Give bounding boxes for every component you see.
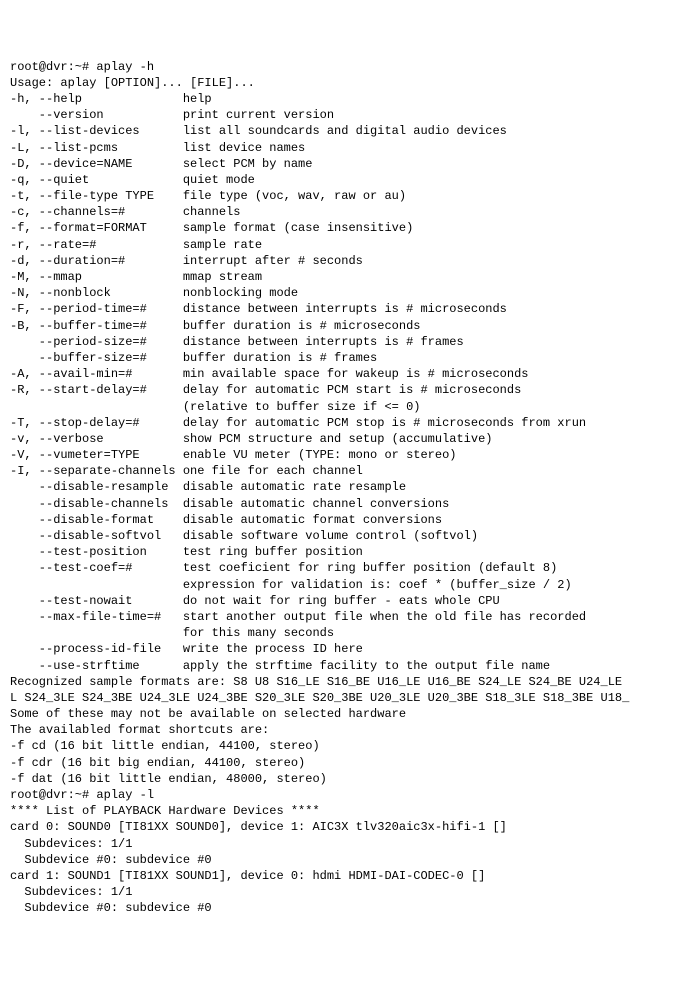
- terminal-line: -A, --avail-min=# min available space fo…: [10, 366, 676, 382]
- terminal-line: -h, --help help: [10, 91, 676, 107]
- terminal-line: Subdevices: 1/1: [10, 884, 676, 900]
- terminal-line: **** List of PLAYBACK Hardware Devices *…: [10, 803, 676, 819]
- terminal-line: -I, --separate-channels one file for eac…: [10, 463, 676, 479]
- terminal-line: --disable-channels disable automatic cha…: [10, 496, 676, 512]
- terminal-line: -M, --mmap mmap stream: [10, 269, 676, 285]
- terminal-line: -f cdr (16 bit big endian, 44100, stereo…: [10, 755, 676, 771]
- terminal-output: root@dvr:~# aplay -hUsage: aplay [OPTION…: [10, 59, 676, 917]
- terminal-line: Some of these may not be available on se…: [10, 706, 676, 722]
- terminal-line: -f cd (16 bit little endian, 44100, ster…: [10, 738, 676, 754]
- terminal-line: -l, --list-devices list all soundcards a…: [10, 123, 676, 139]
- terminal-line: -f dat (16 bit little endian, 48000, ste…: [10, 771, 676, 787]
- terminal-line: -f, --format=FORMAT sample format (case …: [10, 220, 676, 236]
- terminal-line: --test-nowait do not wait for ring buffe…: [10, 593, 676, 609]
- terminal-line: -v, --verbose show PCM structure and set…: [10, 431, 676, 447]
- terminal-line: The availabled format shortcuts are:: [10, 722, 676, 738]
- terminal-line: Subdevice #0: subdevice #0: [10, 900, 676, 916]
- terminal-line: --disable-format disable automatic forma…: [10, 512, 676, 528]
- terminal-line: -V, --vumeter=TYPE enable VU meter (TYPE…: [10, 447, 676, 463]
- terminal-line: --disable-softvol disable software volum…: [10, 528, 676, 544]
- terminal-line: --process-id-file write the process ID h…: [10, 641, 676, 657]
- terminal-line: -r, --rate=# sample rate: [10, 237, 676, 253]
- terminal-line: --version print current version: [10, 107, 676, 123]
- terminal-line: --use-strftime apply the strftime facili…: [10, 658, 676, 674]
- terminal-line: --test-position test ring buffer positio…: [10, 544, 676, 560]
- terminal-line: -F, --period-time=# distance between int…: [10, 301, 676, 317]
- terminal-line: card 1: SOUND1 [TI81XX SOUND1], device 0…: [10, 868, 676, 884]
- terminal-line: -D, --device=NAME select PCM by name: [10, 156, 676, 172]
- terminal-line: -R, --start-delay=# delay for automatic …: [10, 382, 676, 398]
- terminal-line: for this many seconds: [10, 625, 676, 641]
- terminal-line: Subdevices: 1/1: [10, 836, 676, 852]
- terminal-line: -N, --nonblock nonblocking mode: [10, 285, 676, 301]
- terminal-line: --max-file-time=# start another output f…: [10, 609, 676, 625]
- terminal-line: expression for validation is: coef * (bu…: [10, 577, 676, 593]
- terminal-line: --test-coef=# test coeficient for ring b…: [10, 560, 676, 576]
- terminal-line: -c, --channels=# channels: [10, 204, 676, 220]
- terminal-line: card 0: SOUND0 [TI81XX SOUND0], device 1…: [10, 819, 676, 835]
- terminal-line: --disable-resample disable automatic rat…: [10, 479, 676, 495]
- terminal-line: (relative to buffer size if <= 0): [10, 399, 676, 415]
- terminal-line: --period-size=# distance between interru…: [10, 334, 676, 350]
- terminal-line: Usage: aplay [OPTION]... [FILE]...: [10, 75, 676, 91]
- terminal-line: --buffer-size=# buffer duration is # fra…: [10, 350, 676, 366]
- terminal-line: -B, --buffer-time=# buffer duration is #…: [10, 318, 676, 334]
- terminal-line: root@dvr:~# aplay -l: [10, 787, 676, 803]
- terminal-line: -T, --stop-delay=# delay for automatic P…: [10, 415, 676, 431]
- terminal-line: root@dvr:~# aplay -h: [10, 59, 676, 75]
- terminal-line: Subdevice #0: subdevice #0: [10, 852, 676, 868]
- terminal-line: -t, --file-type TYPE file type (voc, wav…: [10, 188, 676, 204]
- terminal-line: -d, --duration=# interrupt after # secon…: [10, 253, 676, 269]
- terminal-line: Recognized sample formats are: S8 U8 S16…: [10, 674, 676, 690]
- terminal-line: -q, --quiet quiet mode: [10, 172, 676, 188]
- terminal-line: -L, --list-pcms list device names: [10, 140, 676, 156]
